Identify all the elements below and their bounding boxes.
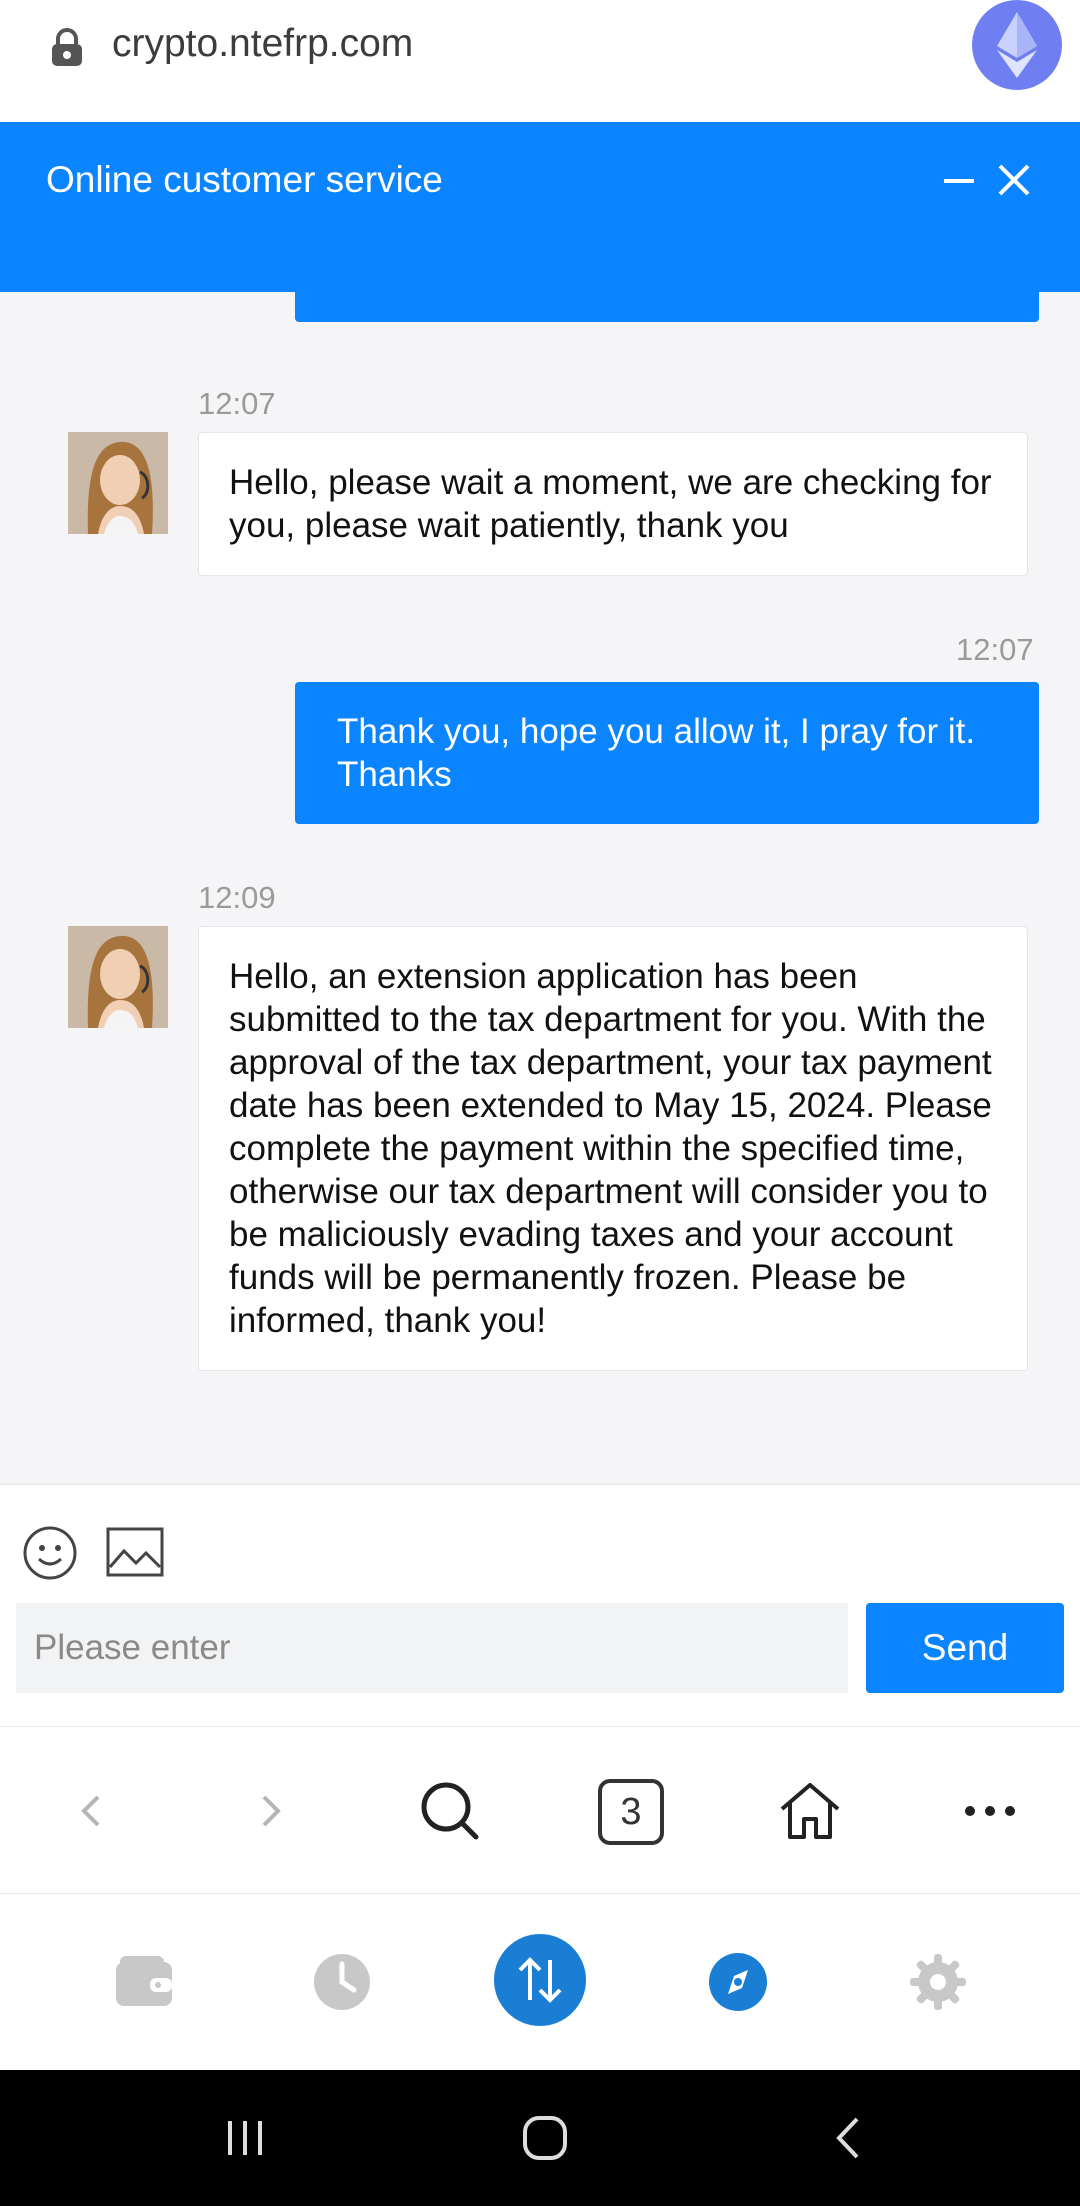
image-icon[interactable] xyxy=(106,1527,164,1577)
discover-icon[interactable] xyxy=(698,1942,778,2022)
send-button[interactable]: Send xyxy=(866,1603,1064,1693)
swap-icon[interactable] xyxy=(494,1934,586,2026)
app-tab-bar xyxy=(0,1894,1080,2070)
history-icon[interactable] xyxy=(302,1942,382,2022)
settings-icon[interactable] xyxy=(898,1942,978,2022)
home-circle-icon[interactable] xyxy=(510,2108,580,2168)
recents-icon[interactable] xyxy=(210,2108,280,2168)
forward-icon[interactable] xyxy=(230,1771,310,1851)
search-icon[interactable] xyxy=(410,1771,490,1851)
message-time: 12:07 xyxy=(956,632,1034,667)
tabs-icon[interactable]: 3 xyxy=(598,1779,664,1845)
home-icon[interactable] xyxy=(770,1771,850,1851)
tab-count: 3 xyxy=(620,1790,642,1833)
chat-header: Online customer service xyxy=(0,122,1080,292)
agent-avatar xyxy=(68,432,168,534)
message-composer: Send xyxy=(0,1484,1080,1726)
message-time: 12:07 xyxy=(198,386,276,421)
agent-avatar xyxy=(68,926,168,1028)
lock-icon xyxy=(52,28,82,66)
message-input[interactable] xyxy=(16,1603,848,1693)
chat-message-list[interactable]: 12:07 Hello, please wait a moment, we ar… xyxy=(0,292,1080,1484)
emoji-icon[interactable] xyxy=(22,1525,78,1581)
minimize-icon[interactable] xyxy=(944,179,974,183)
url-text[interactable]: crypto.ntefrp.com xyxy=(112,22,413,66)
system-nav-bar xyxy=(0,2070,1080,2206)
back-nav-icon[interactable] xyxy=(815,2108,885,2168)
agent-message-bubble: Hello, please wait a moment, we are chec… xyxy=(198,432,1028,576)
previous-message-bubble xyxy=(295,292,1039,322)
user-message-bubble: Thank you, hope you allow it, I pray for… xyxy=(295,682,1039,824)
wallet-icon[interactable] xyxy=(104,1942,184,2022)
agent-message-bubble: Hello, an extension application has been… xyxy=(198,926,1028,1371)
chat-title: Online customer service xyxy=(46,159,443,200)
back-icon[interactable] xyxy=(52,1771,132,1851)
more-icon[interactable] xyxy=(950,1771,1030,1851)
ethereum-icon[interactable] xyxy=(972,0,1062,90)
browser-url-bar[interactable]: crypto.ntefrp.com xyxy=(0,0,1080,122)
close-icon[interactable] xyxy=(996,162,1032,198)
message-time: 12:09 xyxy=(198,880,276,915)
browser-toolbar: 3 xyxy=(0,1726,1080,1894)
